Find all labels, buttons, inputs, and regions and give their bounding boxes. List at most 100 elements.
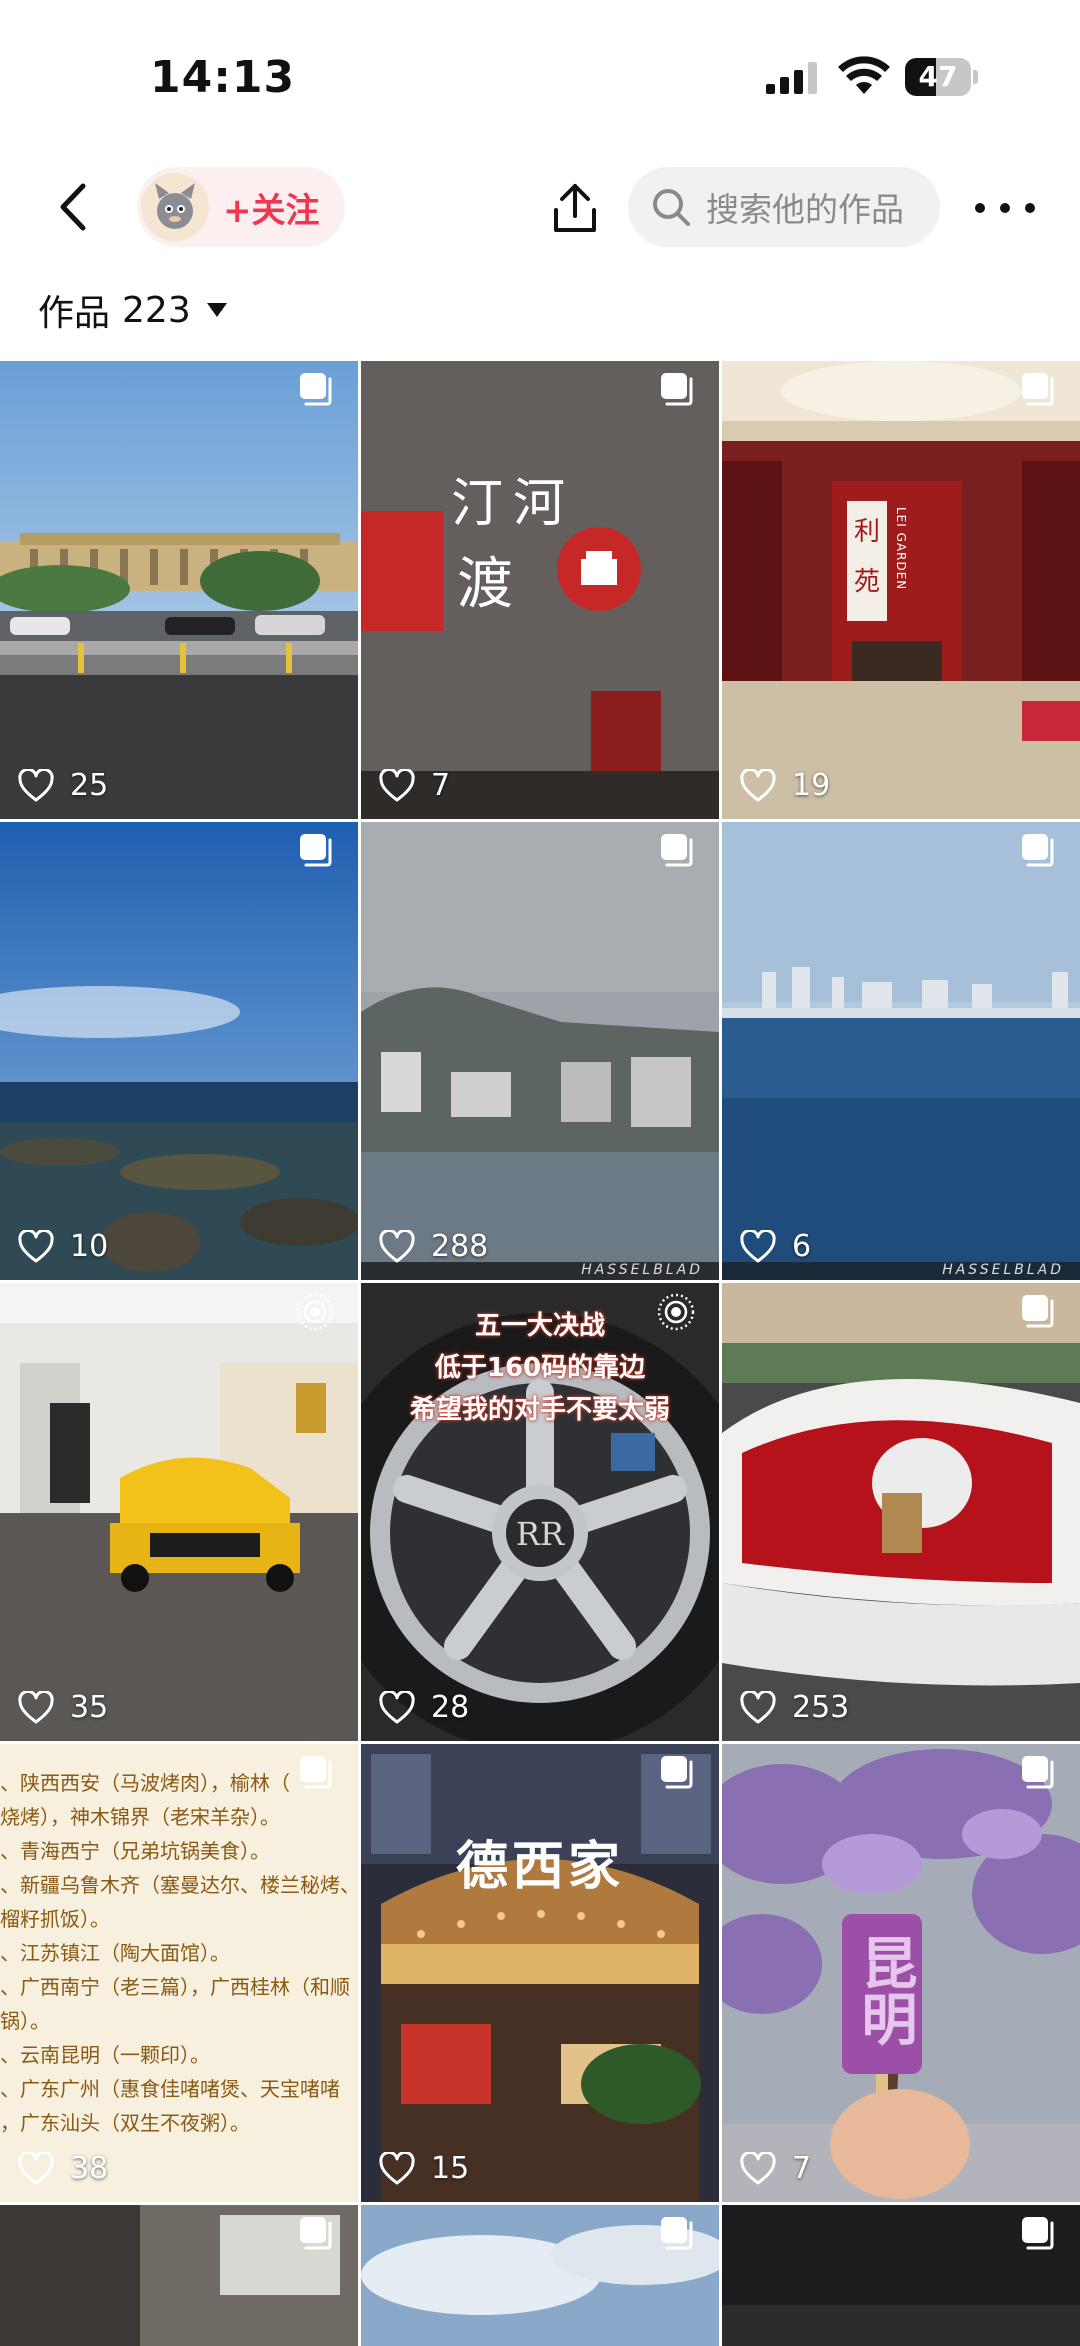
like-count-row: 253 [740, 1690, 849, 1725]
tile-text-list: 、陕西西安（马波烤肉），榆林（ 烧烤），神木锦界（老宋羊杂）。 、青海西宁（兄弟… [0, 1766, 358, 2140]
like-count: 6 [792, 1229, 812, 1264]
list-line: 、青海西宁（兄弟坑锅美食）。 [0, 1839, 270, 1863]
overlay-text: 低于160码的靠边 [434, 1353, 646, 1383]
like-count: 35 [70, 1690, 109, 1725]
like-count: 25 [70, 768, 109, 803]
cellular-signal-icon [766, 62, 817, 94]
live-photo-icon [296, 1293, 334, 1331]
like-count: 288 [431, 1229, 489, 1264]
like-count-row: 25 [18, 768, 108, 803]
list-line: 榴籽抓饭）。 [0, 1907, 110, 1931]
like-count-row: 7 [379, 768, 450, 803]
overlay-text: 利 [854, 517, 881, 547]
overlay-text: 汀河 [451, 474, 576, 534]
like-count: 253 [792, 1690, 850, 1725]
like-count: 7 [431, 768, 451, 803]
multi-image-icon [300, 1756, 332, 1789]
work-tile[interactable]: 汀河 渡 7 [361, 361, 719, 819]
overlay-text: 昆明 [852, 1934, 917, 2046]
work-tile[interactable]: 、陕西西安（马波烤肉），榆林（ 烧烤），神木锦界（老宋羊杂）。 、青海西宁（兄弟… [0, 1744, 358, 2202]
work-tile[interactable] [361, 2205, 719, 2346]
like-count-row: 35 [18, 1690, 108, 1725]
work-tile[interactable]: HASSELBLAD 288 [361, 822, 719, 1280]
work-tile[interactable]: 10 [0, 822, 358, 1280]
heart-icon [740, 2151, 776, 2184]
work-tile[interactable]: 利 苑 LEI GARDEN 19 [722, 361, 1080, 819]
multi-image-icon [300, 373, 332, 406]
list-line: 、广东广州（惠食佳啫啫煲、天宝啫啫 [0, 2077, 340, 2101]
like-count: 10 [70, 1229, 109, 1264]
chevron-left-icon [60, 183, 86, 231]
multi-image-icon [1022, 834, 1054, 867]
multi-image-icon [661, 834, 693, 867]
more-options-icon[interactable] [975, 180, 1035, 236]
works-label: 作品 [38, 293, 111, 334]
svg-text:RR: RR [516, 1515, 565, 1553]
list-line: 锅）。 [0, 2009, 50, 2033]
like-count-row: 6 [740, 1229, 811, 1264]
caret-down-icon [206, 303, 227, 317]
overlay-text: 希望我的对手不要太弱 [409, 1395, 670, 1425]
work-tile[interactable]: 25 [0, 361, 358, 819]
overlay-text: 苑 [854, 567, 881, 597]
list-line: ，广东汕头（双生不夜粥）。 [0, 2111, 250, 2135]
like-count-row: 15 [379, 2151, 469, 2186]
status-time: 14:13 [150, 52, 296, 103]
overlay-text: LEI GARDEN [894, 507, 908, 591]
work-tile[interactable] [0, 2205, 358, 2346]
multi-image-icon [661, 2217, 693, 2250]
list-line: 、江苏镇江（陶大面馆）。 [0, 1941, 230, 1965]
battery-indicator: 47 [905, 58, 978, 96]
work-tile[interactable]: 德西家 15 [361, 1744, 719, 2202]
like-count: 28 [431, 1690, 470, 1725]
work-tile[interactable]: 35 [0, 1283, 358, 1741]
list-line: 烧烤），神木锦界（老宋羊杂）。 [0, 1805, 280, 1829]
multi-image-icon [661, 1756, 693, 1789]
overlay-text: HASSELBLAD [581, 1262, 703, 1278]
search-icon [653, 189, 690, 226]
work-tile[interactable]: 昆明 7 [722, 1744, 1080, 2202]
heart-icon [740, 1229, 776, 1262]
heart-icon [18, 1690, 54, 1723]
multi-image-icon [300, 834, 332, 867]
tile-image [722, 1283, 1080, 1741]
battery-percent: 47 [918, 60, 958, 93]
work-tile[interactable]: RR 五一大决战 低于160码的靠边 希望我的对手不要太弱 28 [361, 1283, 719, 1741]
heart-icon [379, 2151, 415, 2184]
like-count-row: 38 [18, 2151, 108, 2186]
search-placeholder: 搜索他的作品 [706, 190, 904, 229]
heart-icon [740, 1690, 776, 1723]
heart-icon [379, 1229, 415, 1262]
status-bar: 14:13 47 [0, 0, 1080, 150]
like-count: 7 [792, 2151, 812, 2186]
works-filter[interactable]: 作品 223 [38, 280, 227, 340]
work-tile[interactable] [722, 2205, 1080, 2346]
multi-image-icon [1022, 373, 1054, 406]
back-button[interactable] [40, 172, 104, 242]
like-count-row: 7 [740, 2151, 811, 2186]
work-tile[interactable]: 253 [722, 1283, 1080, 1741]
heart-icon [18, 768, 54, 801]
heart-icon [18, 1229, 54, 1262]
tile-image [361, 1744, 719, 2202]
tile-image [0, 822, 358, 1280]
tile-image [0, 361, 358, 819]
live-photo-icon [657, 1293, 695, 1331]
heart-icon [379, 1690, 415, 1723]
multi-image-icon [1022, 2217, 1054, 2250]
share-icon[interactable] [550, 180, 600, 236]
tile-image [0, 1283, 358, 1741]
work-tile[interactable]: HASSELBLAD 6 [722, 822, 1080, 1280]
overlay-text: 德西家 [455, 1836, 624, 1897]
follow-button[interactable]: +关注 [137, 167, 345, 247]
list-line: 、新疆乌鲁木齐（塞曼达尔、楼兰秘烤、 [0, 1873, 358, 1897]
tile-image [361, 361, 719, 819]
list-line: 、广西南宁（老三篇），广西桂林（和顺 [0, 1975, 350, 1999]
tile-image [361, 822, 719, 1280]
search-input[interactable]: 搜索他的作品 [628, 167, 940, 247]
works-count: 223 [122, 289, 191, 331]
wifi-icon [838, 56, 890, 94]
like-count-row: 28 [379, 1690, 469, 1725]
heart-icon [379, 768, 415, 801]
multi-image-icon [1022, 1756, 1054, 1789]
